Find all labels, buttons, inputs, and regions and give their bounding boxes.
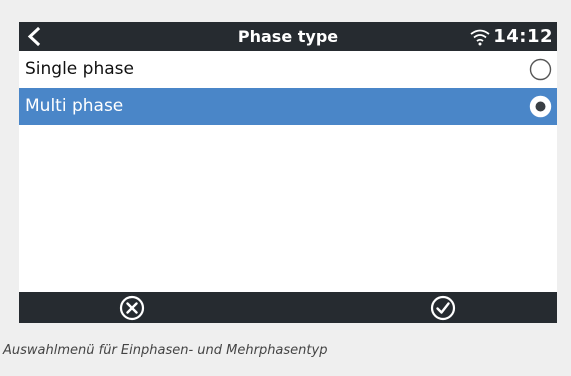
option-label: Multi phase xyxy=(25,96,124,116)
option-single-phase[interactable]: Single phase xyxy=(19,51,557,88)
device-screen: Phase type 14:12 Single phase Multi phas… xyxy=(19,22,557,323)
wifi-icon xyxy=(470,29,490,46)
option-label: Single phase xyxy=(25,59,134,79)
screenshot-frame: Phase type 14:12 Single phase Multi phas… xyxy=(0,0,571,376)
clock: 14:12 xyxy=(493,26,553,47)
title-bar: Phase type 14:12 xyxy=(19,22,557,51)
radio-checked-icon[interactable] xyxy=(529,95,552,118)
option-multi-phase[interactable]: Multi phase xyxy=(19,88,557,125)
cancel-circle-x-icon[interactable] xyxy=(119,295,145,321)
bottom-bar xyxy=(19,292,557,323)
image-caption: Auswahlmenü für Einphasen- und Mehrphase… xyxy=(3,343,328,358)
radio-unchecked-icon[interactable] xyxy=(529,58,552,81)
option-list: Single phase Multi phase xyxy=(19,55,557,125)
confirm-circle-check-icon[interactable] xyxy=(430,295,456,321)
